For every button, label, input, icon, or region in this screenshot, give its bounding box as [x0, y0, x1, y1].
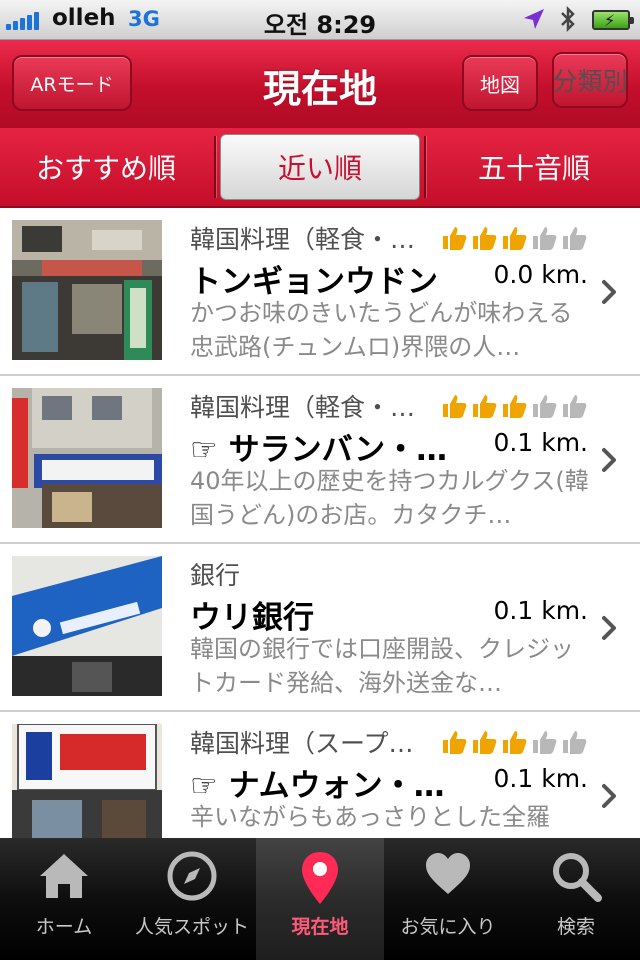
compass-icon: [167, 851, 217, 901]
location-services-icon: [524, 9, 544, 29]
list-item[interactable]: 銀行 ウリ銀行 0.1 km. 韓国の銀行では口座開設、クレジットカード発給、海…: [0, 544, 640, 712]
restaurant-sign-photo: [12, 724, 162, 838]
chevron-right-icon: [602, 616, 616, 640]
thumbs-up-icon: [533, 395, 557, 418]
list-item[interactable]: 韓国料理（軽食・… ☞ サランバン・… 0.1 km. 40年以上の歴史を持つカ…: [0, 376, 640, 544]
tab-favorites[interactable]: お気に入り: [384, 838, 512, 960]
sort-recommended-tab[interactable]: おすすめ順: [0, 134, 212, 200]
item-category: 銀行: [190, 561, 241, 590]
item-category: 韓国料理（スープ…: [190, 729, 414, 758]
map-pin-icon: [302, 852, 338, 904]
bank-sign-photo: [12, 556, 162, 696]
item-description: 辛いながらもあっさりとした全羅: [190, 803, 550, 831]
navigation-bar: ARモード 現在地 地図 分類別: [0, 40, 640, 128]
thumbs-up-icon: [563, 395, 587, 418]
chevron-right-icon: [602, 448, 616, 472]
thumbs-up-icon: [443, 395, 467, 418]
page-title: 現在地: [262, 67, 377, 111]
item-description: 40年以上の歴史を持つカルグクス(韓国うどん)のお店。カタクチ…: [190, 467, 589, 529]
rating-thumbs: [440, 224, 588, 252]
list-item[interactable]: 韓国料理（軽食・… トンギョンウドン 0.0 km. かつお味のきいたうどんが味…: [0, 208, 640, 376]
tab-label: お気に入り: [400, 916, 496, 938]
chevron-right-icon: [602, 784, 616, 808]
category-button[interactable]: 分類別: [552, 52, 628, 108]
search-icon: [553, 853, 602, 902]
item-name: トンギョンウドン: [190, 264, 438, 300]
thumbs-up-icon: [473, 731, 497, 754]
thumbs-up-icon: [473, 227, 497, 250]
item-description: かつお味のきいたうどんが味わえる忠武路(チュンムロ)界隈の人…: [190, 299, 573, 361]
item-distance: 0.0 km.: [493, 260, 588, 289]
item-name: ☞ サランバン・…: [190, 432, 448, 468]
item-distance: 0.1 km.: [493, 596, 588, 625]
item-description: 韓国の銀行では口座開設、クレジットカード発給、海外送金な…: [190, 635, 574, 697]
map-button[interactable]: 地図: [462, 55, 538, 111]
battery-icon: ⚡: [592, 10, 634, 30]
home-icon: [40, 854, 88, 898]
shop-front-photo: [12, 220, 162, 360]
status-bar: olleh 3G 오전 8:29 ⚡: [0, 0, 640, 40]
tab-label: 検索: [556, 916, 595, 938]
bluetooth-icon: [561, 5, 575, 33]
place-list: 韓国料理（軽食・… トンギョンウドン 0.0 km. かつお味のきいたうどんが味…: [0, 208, 640, 838]
tab-current-location[interactable]: 現在地: [256, 838, 384, 960]
item-distance: 0.1 km.: [493, 428, 588, 457]
sort-segmented-control: おすすめ順 近い順 五十音順: [0, 128, 640, 208]
chevron-right-icon: [602, 280, 616, 304]
thumbs-up-icon: [473, 395, 497, 418]
building-sign-photo: [12, 388, 162, 528]
item-category: 韓国料理（軽食・…: [190, 393, 416, 422]
thumbs-up-icon: [533, 731, 557, 754]
thumbs-up-icon: [443, 731, 467, 754]
thumbs-up-icon: [503, 731, 527, 754]
thumbs-up-icon: [533, 227, 557, 250]
item-distance: 0.1 km.: [493, 764, 588, 793]
rating-thumbs: [440, 392, 588, 420]
thumbs-up-icon: [503, 395, 527, 418]
segment-divider: [424, 136, 426, 198]
thumbs-up-icon: [503, 227, 527, 250]
item-name: ☞ ナムウォン・…: [190, 768, 445, 804]
thumbs-up-icon: [563, 227, 587, 250]
heart-icon: [426, 853, 470, 894]
rating-thumbs: [440, 728, 588, 756]
thumbs-up-icon: [443, 227, 467, 250]
list-item[interactable]: 韓国料理（スープ… ☞ ナムウォン・… 0.1 km. 辛いながらもあっさりとし…: [0, 712, 640, 838]
tab-label: ホーム: [35, 916, 93, 938]
tab-label: 現在地: [291, 916, 349, 938]
item-name: ウリ銀行: [190, 600, 314, 636]
tab-home[interactable]: ホーム: [0, 838, 128, 960]
segment-divider: [214, 136, 216, 198]
sort-nearest-tab[interactable]: 近い順: [220, 134, 420, 200]
tab-search[interactable]: 検索: [512, 838, 640, 960]
tab-popular-spots[interactable]: 人気スポット: [128, 838, 256, 960]
tab-bar: ホーム 人気スポット 現在地 お気に入り 検索: [0, 838, 640, 960]
tab-label: 人気スポット: [134, 916, 249, 938]
item-category: 韓国料理（軽食・…: [190, 225, 416, 254]
sort-alphabetical-tab[interactable]: 五十音順: [428, 134, 640, 200]
thumbs-up-icon: [563, 731, 587, 754]
